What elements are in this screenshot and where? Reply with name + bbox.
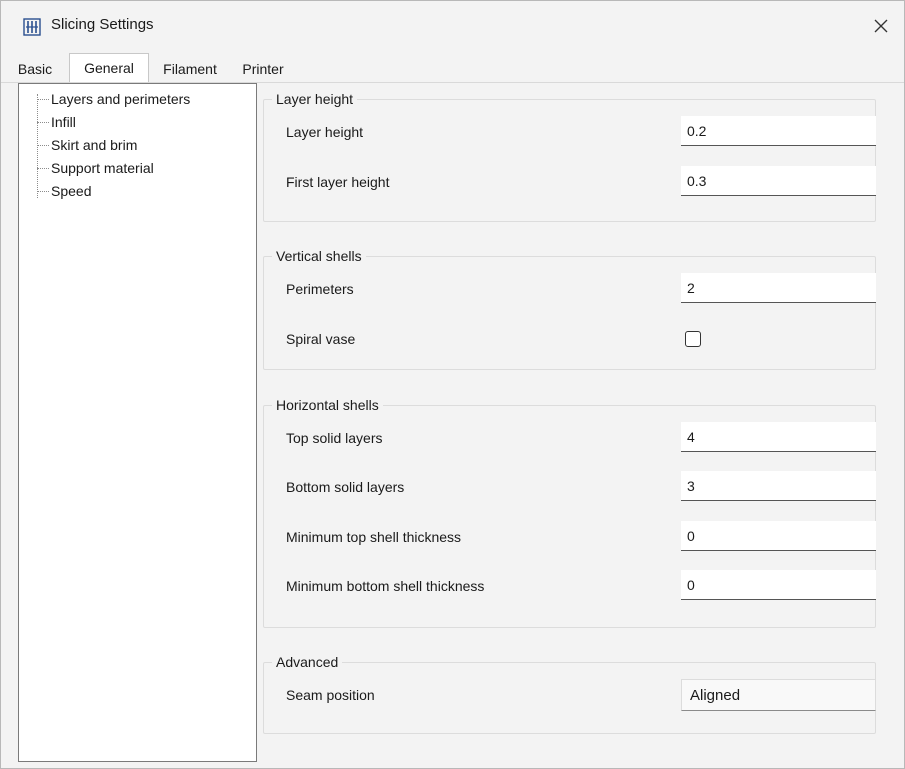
category-tree: Layers and perimeters Infill Skirt and b… (18, 83, 257, 762)
title-bar: Slicing Settings (1, 1, 904, 53)
tab-basic[interactable]: Basic (1, 57, 69, 81)
seam-position-label: Seam position (286, 687, 375, 703)
tree-item-label: Infill (51, 114, 76, 130)
tree-item-label: Support material (51, 160, 154, 176)
perimeters-input[interactable] (681, 273, 876, 303)
tab-strip: Basic General Filament Printer (1, 53, 904, 84)
tab-printer[interactable]: Printer (233, 57, 293, 81)
close-icon (874, 19, 888, 36)
app-logo-icon (23, 18, 41, 36)
tab-filament[interactable]: Filament (149, 57, 231, 81)
tree-connector (37, 191, 49, 192)
window-title: Slicing Settings (51, 16, 154, 33)
group-title-layer-height: Layer height (272, 91, 358, 107)
min-top-shell-thickness-input[interactable] (681, 521, 876, 551)
tree-item-label: Speed (51, 183, 92, 199)
seam-position-select[interactable]: Aligned (681, 679, 876, 711)
group-title-horizontal-shells: Horizontal shells (272, 397, 383, 413)
tree-connector (37, 145, 49, 146)
min-bottom-shell-thickness-label: Minimum bottom shell thickness (286, 578, 485, 594)
spiral-vase-label: Spiral vase (286, 331, 356, 347)
min-top-shell-thickness-label: Minimum top shell thickness (286, 529, 462, 545)
group-advanced: Advanced Seam position Aligned (263, 654, 876, 734)
tree-item-skirt-and-brim[interactable]: Skirt and brim (19, 134, 256, 157)
tree-connector (37, 122, 49, 123)
tree-item-layers-and-perimeters[interactable]: Layers and perimeters (19, 88, 256, 111)
top-solid-layers-input[interactable] (681, 422, 876, 452)
tab-general[interactable]: General (69, 53, 149, 84)
first-layer-height-label: First layer height (286, 174, 390, 190)
perimeters-label: Perimeters (286, 281, 354, 297)
bottom-solid-layers-input[interactable] (681, 471, 876, 501)
layer-height-label: Layer height (286, 124, 364, 140)
min-bottom-shell-thickness-input[interactable] (681, 570, 876, 600)
tree-item-support-material[interactable]: Support material (19, 157, 256, 180)
group-vertical-shells: Vertical shells Perimeters Spiral vase (263, 248, 876, 370)
slicing-settings-window: Slicing Settings Basic General Filament … (0, 0, 905, 769)
tree-item-label: Layers and perimeters (51, 91, 191, 107)
spiral-vase-checkbox[interactable] (685, 331, 701, 347)
tree-item-label: Skirt and brim (51, 137, 138, 153)
top-solid-layers-label: Top solid layers (286, 430, 383, 446)
group-layer-height: Layer height Layer height First layer he… (263, 91, 876, 222)
bottom-solid-layers-label: Bottom solid layers (286, 479, 405, 495)
first-layer-height-input[interactable] (681, 166, 876, 196)
group-title-vertical-shells: Vertical shells (272, 248, 366, 264)
layer-height-input[interactable] (681, 116, 876, 146)
group-title-advanced: Advanced (272, 654, 343, 670)
close-button[interactable] (858, 1, 904, 53)
tree-item-speed[interactable]: Speed (19, 180, 256, 203)
tree-item-infill[interactable]: Infill (19, 111, 256, 134)
group-horizontal-shells: Horizontal shells Top solid layers Botto… (263, 397, 876, 628)
tree-connector (37, 168, 49, 169)
tree-connector (37, 99, 49, 100)
